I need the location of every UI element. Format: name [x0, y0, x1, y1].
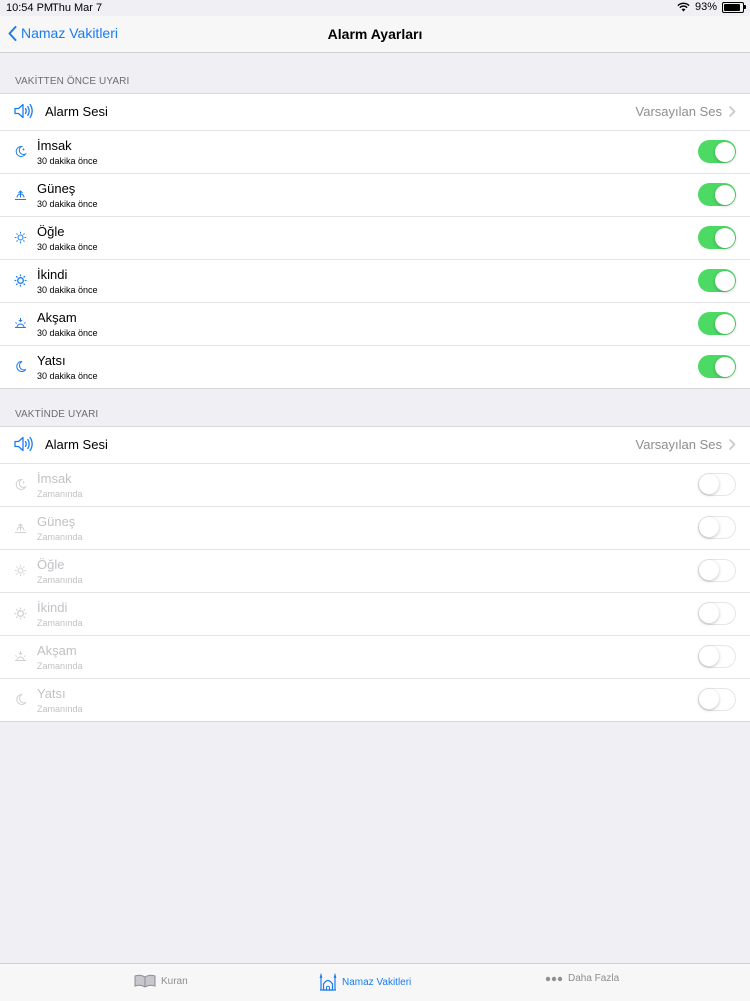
sun-bright-icon — [14, 274, 27, 287]
prayer-offset: 30 dakika önce — [37, 328, 98, 338]
page-title: Alarm Ayarları — [327, 26, 423, 42]
toggle-switch[interactable] — [698, 516, 736, 539]
prayer-row-ogle: Öğle 30 dakika önce — [0, 217, 750, 260]
tab-bar: Kuran Namaz Vakitleri Daha Fazla — [0, 963, 750, 1001]
alarm-sound-value: Varsayılan Ses — [635, 104, 722, 119]
prayer-offset: 30 dakika önce — [37, 285, 98, 295]
battery-icon — [722, 1, 746, 13]
prayer-name: Güneş — [37, 181, 76, 196]
book-icon — [134, 974, 156, 988]
tab-kuran[interactable]: Kuran — [134, 973, 188, 989]
status-date: Thu Mar 7 — [52, 2, 103, 14]
toggle-switch[interactable] — [698, 312, 736, 335]
prayer-name: Yatsı — [37, 686, 66, 701]
toggle-switch[interactable] — [698, 559, 736, 582]
section-header-ontime: VAKTİNDE UYARI — [15, 409, 99, 420]
sun-icon — [14, 564, 27, 577]
sun-bright-icon — [14, 607, 27, 620]
mosque-icon — [319, 973, 337, 991]
prayer-name: İmsak — [37, 471, 72, 486]
battery-percent: 93% — [694, 1, 717, 13]
alarm-sound-label: Alarm Sesi — [45, 437, 108, 452]
prayer-name: İkindi — [37, 600, 68, 615]
ontime-alarm-sound-row[interactable]: Alarm Sesi Varsayılan Ses — [0, 427, 750, 464]
tab-label: Kuran — [161, 975, 188, 987]
tab-label: Namaz Vakitleri — [342, 976, 412, 988]
prayer-row-gunes: Güneş Zamanında — [0, 507, 750, 550]
chevron-right-icon — [729, 439, 736, 450]
prayer-row-aksam: Akşam 30 dakika önce — [0, 303, 750, 346]
moon-icon — [16, 693, 27, 705]
tab-namaz-vakitleri[interactable]: Namaz Vakitleri — [319, 973, 411, 991]
prayer-offset: 30 dakika önce — [37, 371, 98, 381]
tab-label: Daha Fazla — [568, 973, 620, 984]
moon-icon — [16, 360, 27, 372]
toggle-switch[interactable] — [698, 602, 736, 625]
prayer-name: Akşam — [37, 310, 77, 325]
wifi-icon — [677, 2, 690, 12]
sunrise-icon — [15, 190, 26, 200]
prayer-name: İkindi — [37, 267, 68, 282]
prayer-name: Öğle — [37, 224, 65, 239]
toggle-switch[interactable] — [698, 645, 736, 668]
prayer-row-imsak: İmsak Zamanında — [0, 464, 750, 507]
sunset-icon — [15, 651, 26, 661]
prayer-row-yatsi: Yatsı Zamanında — [0, 679, 750, 721]
prayer-row-ikindi: İkindi Zamanında — [0, 593, 750, 636]
prayer-offset: Zamanında — [37, 532, 83, 542]
prayer-row-ikindi: İkindi 30 dakika önce — [0, 260, 750, 303]
status-right: 93% — [677, 1, 746, 13]
ellipsis-icon — [545, 976, 563, 981]
prayer-offset: Zamanında — [37, 489, 83, 499]
moon-star-icon — [15, 478, 27, 490]
prayer-offset: 30 dakika önce — [37, 199, 98, 209]
tab-daha-fazla[interactable]: Daha Fazla — [545, 973, 619, 984]
prayer-offset: Zamanında — [37, 661, 83, 671]
toggle-switch[interactable] — [698, 688, 736, 711]
sunset-icon — [15, 318, 26, 328]
prayer-offset: Zamanında — [37, 618, 83, 628]
prayer-offset: Zamanında — [37, 704, 83, 714]
ontime-alarm-group: Alarm Sesi Varsayılan Ses İmsak Zamanınd… — [0, 426, 750, 722]
prayer-row-yatsi: Yatsı 30 dakika önce — [0, 346, 750, 388]
prayer-name: Güneş — [37, 514, 76, 529]
before-alarm-group: Alarm Sesi Varsayılan Ses İmsak 30 dakik… — [0, 93, 750, 389]
before-alarm-sound-row[interactable]: Alarm Sesi Varsayılan Ses — [0, 94, 750, 131]
toggle-switch[interactable] — [698, 355, 736, 378]
sunrise-icon — [15, 523, 26, 533]
prayer-name: Akşam — [37, 643, 77, 658]
prayer-row-gunes: Güneş 30 dakika önce — [0, 174, 750, 217]
speaker-icon — [14, 436, 33, 452]
speaker-icon — [14, 103, 33, 119]
toggle-switch[interactable] — [698, 473, 736, 496]
prayer-name: Öğle — [37, 557, 65, 572]
prayer-offset: 30 dakika önce — [37, 156, 98, 166]
alarm-sound-value: Varsayılan Ses — [635, 437, 722, 452]
moon-star-icon — [15, 145, 27, 157]
prayer-row-ogle: Öğle Zamanında — [0, 550, 750, 593]
prayer-row-aksam: Akşam Zamanında — [0, 636, 750, 679]
status-bar: 10:54 PM Thu Mar 7 93% — [0, 0, 750, 16]
status-time: 10:54 PM — [6, 2, 54, 14]
toggle-switch[interactable] — [698, 140, 736, 163]
prayer-row-imsak: İmsak 30 dakika önce — [0, 131, 750, 174]
sun-icon — [14, 231, 27, 244]
prayer-name: Yatsı — [37, 353, 66, 368]
chevron-right-icon — [729, 106, 736, 117]
prayer-offset: 30 dakika önce — [37, 242, 98, 252]
toggle-switch[interactable] — [698, 269, 736, 292]
prayer-name: İmsak — [37, 138, 72, 153]
prayer-offset: Zamanında — [37, 575, 83, 585]
toggle-switch[interactable] — [698, 226, 736, 249]
section-header-before: VAKİTTEN ÖNCE UYARI — [15, 76, 130, 87]
alarm-sound-label: Alarm Sesi — [45, 104, 108, 119]
toggle-switch[interactable] — [698, 183, 736, 206]
navigation-bar: Namaz Vakitleri Alarm Ayarları — [0, 16, 750, 53]
